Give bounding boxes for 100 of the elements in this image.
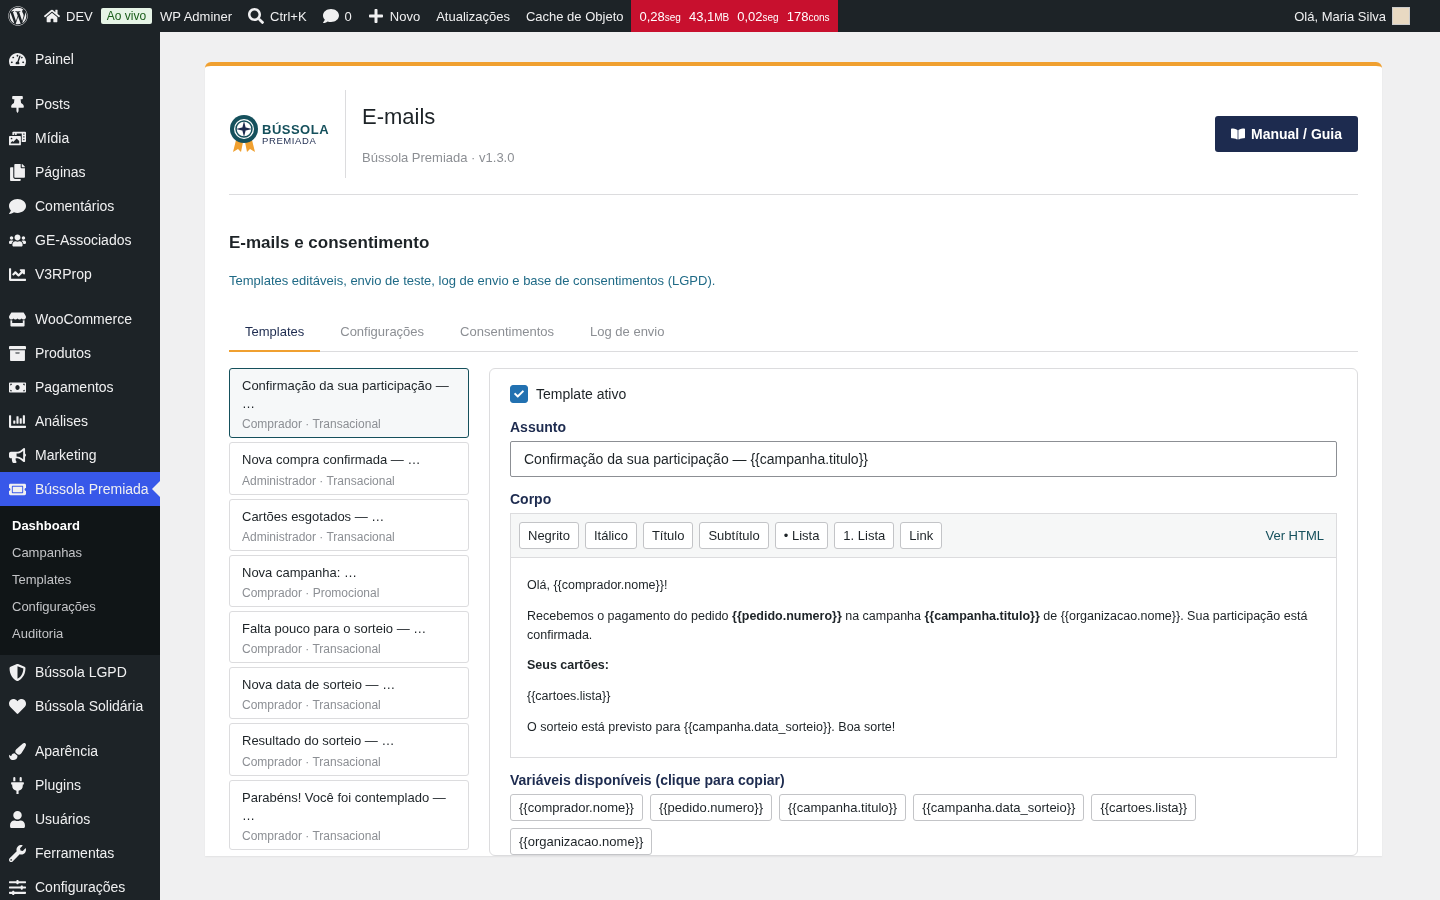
menu-item[interactable]: Mídia	[0, 121, 160, 155]
variable-chip[interactable]: {{cartoes.lista}}	[1091, 793, 1197, 821]
body-paragraph: Olá, {{comprador.nome}}!	[527, 577, 669, 594]
heart-icon	[9, 697, 26, 715]
metric: 178cons	[786, 8, 830, 24]
view-html-link[interactable]: Ver HTML	[1265, 528, 1328, 543]
menu-item[interactable]: V3RProp	[0, 257, 160, 291]
submenu-item[interactable]: Templates	[0, 566, 160, 593]
variable-chip[interactable]: {{pedido.numero}}	[649, 793, 773, 821]
search-icon	[248, 8, 265, 24]
cache-link[interactable]: Cache de Objeto	[517, 0, 632, 32]
menu-item[interactable]: Análises	[0, 404, 160, 438]
format-button[interactable]: Itálico	[584, 522, 637, 549]
menu-item[interactable]: GE-Associados	[0, 223, 160, 257]
page-title: E-mails	[362, 103, 437, 130]
metric: 0,28seg	[639, 8, 681, 24]
site-link[interactable]: DEV	[36, 0, 101, 32]
menu-item[interactable]: Pagamentos	[0, 370, 160, 404]
megaphone-icon	[9, 446, 26, 464]
template-item[interactable]: Confirmação da sua participação — … Comprador · Transacional	[229, 368, 469, 439]
paintbrush-icon	[9, 742, 26, 760]
menu-item[interactable]: Painel	[0, 42, 160, 76]
menu-item[interactable]: Usuários	[0, 802, 160, 836]
template-title: Falta pouco para o sorteio — …	[242, 619, 428, 638]
template-item[interactable]: Nova campanha: … Comprador · Promocional	[229, 554, 469, 607]
logo-subtext: PREMIADA	[262, 135, 318, 146]
menu-item[interactable]: Bússola Solidária	[0, 689, 160, 723]
format-button[interactable]: 1. Lista	[834, 522, 895, 549]
menu-item[interactable]: Bússola LGPD	[0, 655, 160, 689]
variable-chip[interactable]: {{campanha.data_sorteio}}	[913, 793, 1085, 821]
template-item[interactable]: Cartões esgotados — … Administrador · Transacional	[229, 498, 469, 551]
checkmark-icon	[514, 389, 524, 399]
template-item[interactable]: Nova data de sorteio — … Comprador · Transacional	[229, 667, 469, 720]
active-checkbox[interactable]	[510, 385, 528, 403]
format-button[interactable]: Link	[900, 522, 943, 549]
format-button[interactable]: Negrito	[519, 522, 579, 549]
menu-item[interactable]: Marketing	[0, 438, 160, 472]
menu-item[interactable]: Produtos	[0, 336, 160, 370]
template-meta: Comprador · Transacional	[242, 698, 382, 713]
field-label: Corpo	[510, 491, 553, 507]
menu-item[interactable]: Comentários	[0, 189, 160, 223]
body-heading: Seus cartões:	[527, 657, 610, 675]
bar-chart-icon	[9, 412, 26, 430]
search-link[interactable]: Ctrl+K	[240, 0, 315, 32]
template-item[interactable]: Falta pouco para o sorteio — … Comprador · Transacional	[229, 610, 469, 664]
submenu-item[interactable]: Campanhas	[0, 539, 160, 566]
format-button[interactable]: Título	[642, 522, 694, 549]
variables-label: Variáveis disponíveis (clique para copiar)	[510, 771, 786, 788]
template-item[interactable]: Resultado do sorteio — … Comprador · Transacional	[229, 723, 469, 776]
line-chart-icon	[9, 265, 26, 283]
template-title: Nova data de sorteio — …	[242, 676, 397, 695]
template-title: Nova compra confirmada — …	[242, 451, 422, 470]
menu-item[interactable]: Plugins	[0, 768, 160, 802]
sliders-icon	[9, 878, 26, 896]
template-item[interactable]: Nova compra confirmada — … Administrador · Transacional	[229, 442, 469, 495]
body-paragraph: O sorteio está previsto para {{campanha.data_sorteio}}. Boa sorte!	[527, 718, 897, 736]
body-paragraph: Recebemos o pagamento do pedido {{pedido.numero}} na campanha {{campanha.titulo}} de {{organizacao.nome}}. Sua participação está confirmada.	[527, 607, 1309, 644]
menu-item[interactable]: WooCommerce	[0, 302, 160, 336]
metric: 0,02seg	[737, 8, 779, 24]
menu-item[interactable]: Bússola Premiada	[0, 472, 160, 506]
submenu-item[interactable]: Dashboard	[0, 512, 160, 539]
body-editor[interactable]	[510, 513, 1337, 758]
submenu-item[interactable]: Auditoria	[0, 620, 160, 647]
menu-item[interactable]: Ferramentas	[0, 836, 160, 870]
template-title: Parabéns! Você foi contemplado — …	[242, 788, 447, 825]
body-paragraph: {{cartoes.lista}}	[527, 688, 612, 705]
adminer-link[interactable]: WP Adminer	[152, 0, 241, 32]
template-meta: Comprador · Transacional	[242, 754, 382, 769]
template-item[interactable]: Parabéns! Você foi contemplado — … Comprador · Transacional	[229, 779, 469, 850]
checkbox-label: Template ativo	[536, 386, 627, 402]
variable-chip[interactable]: {{organizacao.nome}}	[510, 827, 653, 855]
comment-icon	[9, 197, 26, 215]
home-icon	[44, 8, 60, 24]
variable-chip[interactable]: {{campanha.titulo}}	[779, 793, 907, 821]
store-icon	[9, 310, 26, 328]
logo-text: BÚSSOLA	[262, 122, 330, 136]
updates-link[interactable]: Atualizações	[428, 0, 518, 32]
pages-icon	[9, 163, 26, 181]
template-meta: Administrador · Transacional	[242, 529, 396, 544]
submenu-item[interactable]: Configurações	[0, 593, 160, 620]
menu-item[interactable]: Posts	[0, 87, 160, 121]
menu-item[interactable]: Páginas	[0, 155, 160, 189]
manual-button[interactable]: Manual / Guia	[1215, 116, 1358, 152]
comments-link[interactable]: 0	[314, 0, 360, 32]
variable-chip[interactable]: {{comprador.nome}}	[510, 793, 643, 821]
new-link[interactable]: Novo	[359, 0, 429, 32]
tab[interactable]: Templates	[229, 324, 321, 352]
template-meta: Comprador · Promocional	[242, 585, 381, 600]
template-title: Resultado do sorteio — …	[242, 732, 396, 751]
format-button[interactable]: Subtítulo	[699, 522, 769, 549]
menu-item[interactable]: Configurações	[0, 870, 160, 900]
template-title: Cartões esgotados — …	[242, 507, 386, 526]
performance-metrics[interactable]: 0,28seg 43,1MB 0,02seg 178cons	[631, 0, 838, 32]
wrench-icon	[9, 844, 26, 862]
subject-field[interactable]: Confirmação da sua participação — {{campanha.titulo}}	[510, 441, 1337, 477]
template-title: Nova campanha: …	[242, 563, 358, 582]
format-button[interactable]: • Lista	[774, 522, 829, 549]
section-title: E-mails e consentimento	[229, 233, 431, 253]
account-link[interactable]: Olá, Maria Silva	[1286, 0, 1418, 32]
menu-item[interactable]: Aparência	[0, 734, 160, 768]
